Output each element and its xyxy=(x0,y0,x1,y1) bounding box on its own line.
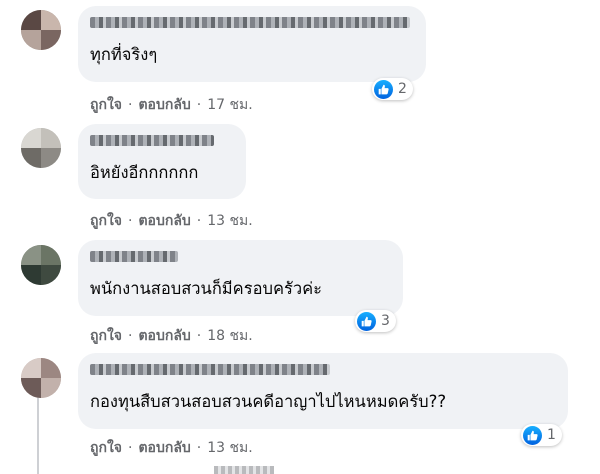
timestamp[interactable]: 13 ชม. xyxy=(207,437,252,459)
avatar[interactable] xyxy=(21,10,61,50)
comment-actions: ถูกใจ · ตอบกลับ · 13 ชม. xyxy=(90,437,253,459)
separator-dot: · xyxy=(128,97,133,113)
like-link[interactable]: ถูกใจ xyxy=(90,210,122,232)
separator-dot: · xyxy=(196,440,202,456)
timestamp[interactable]: 13 ชม. xyxy=(207,210,252,232)
separator-dot: · xyxy=(196,213,202,229)
next-comment-name-blurred xyxy=(214,466,274,474)
like-thumb-icon xyxy=(523,425,542,445)
like-link[interactable]: ถูกใจ xyxy=(90,325,122,347)
author-name-blurred[interactable] xyxy=(90,251,178,262)
separator-dot: · xyxy=(128,440,133,456)
comment-text: ทุกที่จริงๆ xyxy=(90,45,158,64)
reaction-summary[interactable]: 2 xyxy=(372,78,413,100)
timestamp[interactable]: 18 ชม. xyxy=(207,325,252,347)
timestamp[interactable]: 17 ชม. xyxy=(207,94,252,116)
comment-actions: ถูกใจ · ตอบกลับ · 13 ชม. xyxy=(90,210,253,232)
reaction-count: 3 xyxy=(381,313,390,329)
like-link[interactable]: ถูกใจ xyxy=(90,437,122,459)
separator-dot: · xyxy=(128,328,133,344)
comment-text: พนักงานสอบสวนก็มีครอบครัวค่ะ xyxy=(90,279,323,298)
separator-dot: · xyxy=(196,97,202,113)
separator-dot: · xyxy=(128,213,133,229)
comment-bubble: พนักงานสอบสวนก็มีครอบครัวค่ะ xyxy=(78,240,403,316)
like-link[interactable]: ถูกใจ xyxy=(90,94,122,116)
reply-link[interactable]: ตอบกลับ xyxy=(138,437,190,459)
comment-text: กองทุนสืบสวนสอบสวนคดีอาญาไปไหนหมดครับ?? xyxy=(90,392,447,411)
comment-bubble: ทุกที่จริงๆ xyxy=(78,6,426,82)
reply-link[interactable]: ตอบกลับ xyxy=(138,210,190,232)
reaction-summary[interactable]: 1 xyxy=(521,424,562,446)
reply-link[interactable]: ตอบกลับ xyxy=(138,325,190,347)
like-thumb-icon xyxy=(357,311,376,331)
like-thumb-icon xyxy=(374,79,393,99)
author-name-blurred[interactable] xyxy=(90,135,214,146)
reaction-count: 1 xyxy=(547,427,556,443)
separator-dot: · xyxy=(196,328,202,344)
reply-link[interactable]: ตอบกลับ xyxy=(138,94,190,116)
reply-thread-line xyxy=(37,396,39,474)
comment-text: อิหยังอีกกกกกก xyxy=(90,163,199,182)
author-name-blurred[interactable] xyxy=(90,364,330,375)
reaction-count: 2 xyxy=(398,81,407,97)
avatar[interactable] xyxy=(21,245,61,285)
reaction-summary[interactable]: 3 xyxy=(355,310,396,332)
avatar[interactable] xyxy=(21,128,61,168)
comment-bubble: อิหยังอีกกกกกก xyxy=(78,124,246,199)
comment-bubble: กองทุนสืบสวนสอบสวนคดีอาญาไปไหนหมดครับ?? xyxy=(78,353,568,429)
author-name-blurred[interactable] xyxy=(90,17,410,28)
avatar[interactable] xyxy=(21,358,61,398)
comment-actions: ถูกใจ · ตอบกลับ · 17 ชม. xyxy=(90,94,253,116)
comment-actions: ถูกใจ · ตอบกลับ · 18 ชม. xyxy=(90,325,253,347)
